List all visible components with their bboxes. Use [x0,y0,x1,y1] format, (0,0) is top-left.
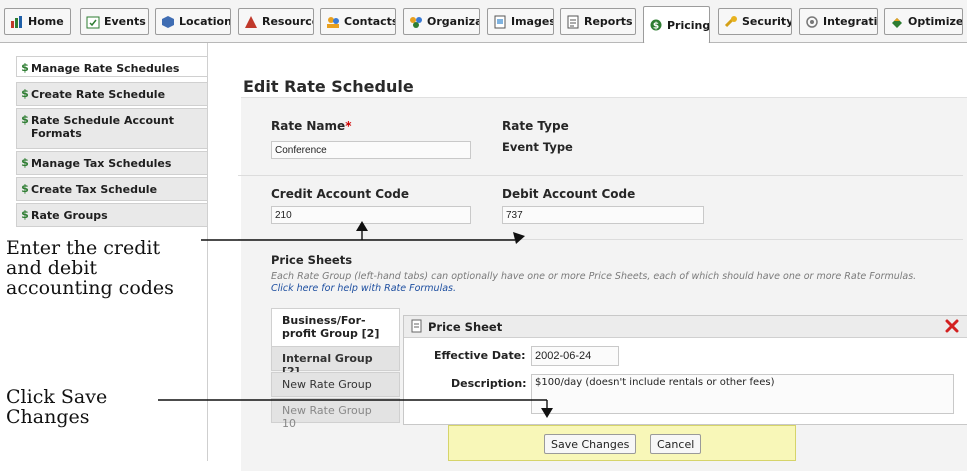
codes-callout-arrow [201,221,525,244]
save-callout-arrow [158,399,553,418]
callout-arrows [158,221,553,418]
